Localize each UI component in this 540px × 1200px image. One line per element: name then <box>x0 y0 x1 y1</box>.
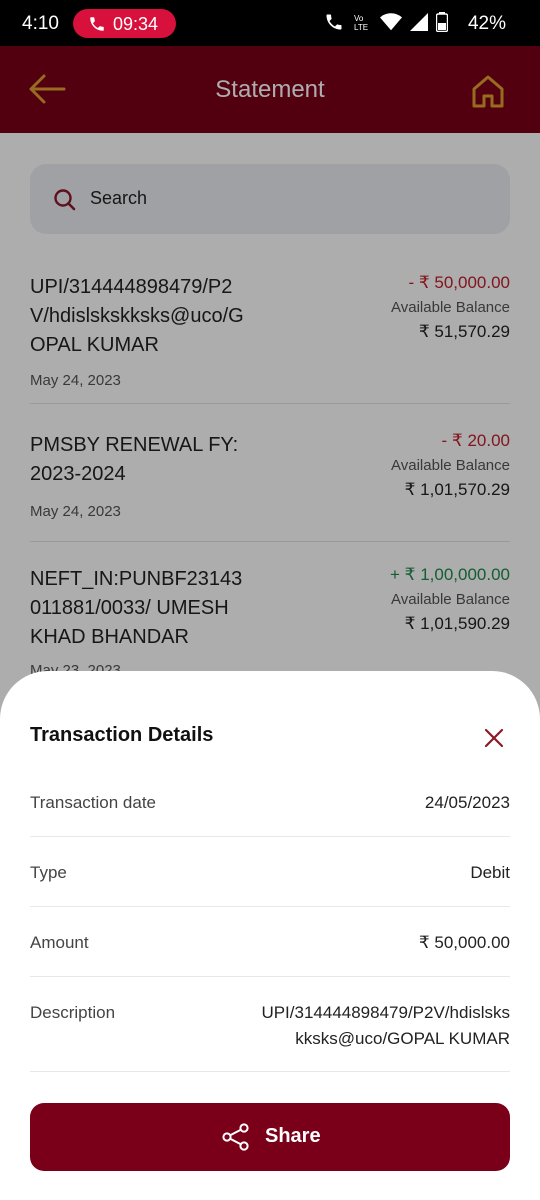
detail-label: Type <box>30 863 67 882</box>
detail-row-date: Transaction date 24/05/2023 <box>30 793 510 837</box>
detail-value: 24/05/2023 <box>424 793 510 812</box>
status-time: 4:10 <box>22 13 59 34</box>
ongoing-call-pill[interactable]: 09:34 <box>73 9 176 38</box>
svg-text:LTE: LTE <box>354 23 368 32</box>
detail-row-description: Description UPI/314444898479/P2V/hdislsk… <box>30 1003 510 1072</box>
share-icon <box>222 1123 249 1151</box>
detail-label: Description <box>30 1003 116 1022</box>
volte-icon: VoLTE <box>354 14 368 32</box>
close-button[interactable] <box>478 722 510 754</box>
battery-percentage: 42% <box>467 13 506 34</box>
battery-icon <box>436 12 448 32</box>
sheet-title: Transaction Details <box>30 724 214 746</box>
close-icon <box>484 728 504 748</box>
svg-text:Vo: Vo <box>354 14 364 23</box>
share-button[interactable]: Share <box>30 1103 510 1171</box>
wifi-icon <box>380 13 402 31</box>
detail-label: Transaction date <box>30 793 156 812</box>
status-icons: Vo LTE <box>324 12 448 32</box>
transaction-details-sheet: Transaction Details Transaction date 24/… <box>0 671 540 1200</box>
detail-row-type: Type Debit <box>30 863 510 907</box>
detail-value: ₹ 50,000.00 <box>418 933 510 952</box>
call-duration: 09:34 <box>113 14 159 34</box>
wifi-calling-icon <box>326 14 342 30</box>
share-label: Share <box>265 1125 321 1147</box>
detail-value: Debit <box>470 863 510 882</box>
detail-label: Amount <box>30 933 89 952</box>
detail-value: UPI/314444898479/P2V/hdislskskksks@uco/G… <box>261 1003 510 1048</box>
status-bar: 4:10 09:34 Vo LTE 42% <box>0 0 540 46</box>
signal-icon <box>410 13 428 31</box>
detail-row-amount: Amount ₹ 50,000.00 <box>30 933 510 977</box>
phone-icon <box>90 17 104 31</box>
